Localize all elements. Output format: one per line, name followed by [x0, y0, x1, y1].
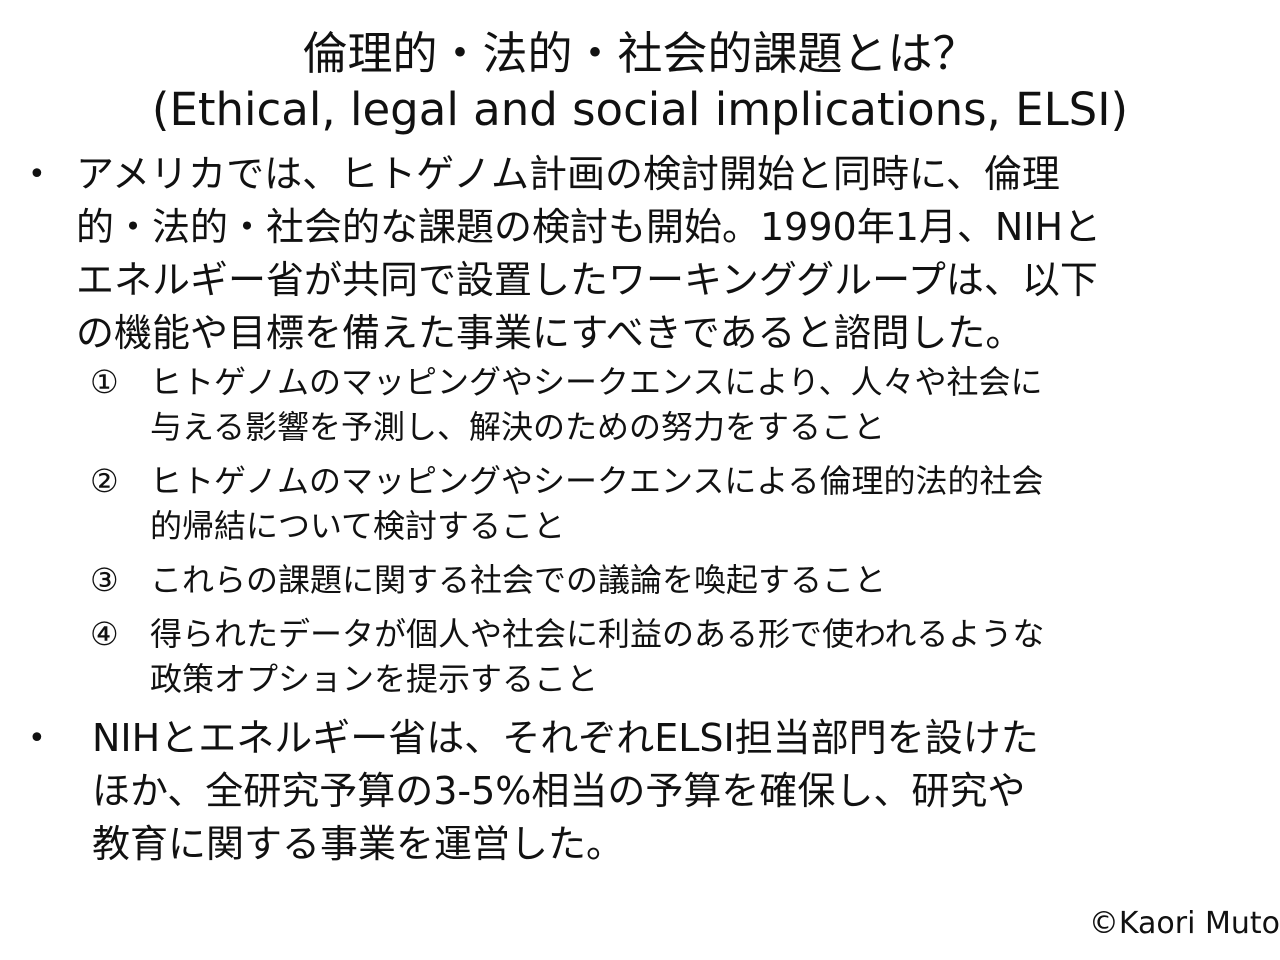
circled-number-3: ③ [90, 561, 119, 599]
title-line-english: (Ethical, legal and social implications,… [151, 83, 1129, 136]
numbered-sublist: ① ヒトゲノムのマッピングやシークエンスにより、人々や社会に 与える影響を予測し… [90, 360, 1220, 711]
bullet-1-line-3: エネルギー省が共同で設置したワーキンググループは、以下 [76, 258, 1098, 302]
slide: 倫理的・法的・社会的課題とは？ (Ethical, legal and soci… [0, 0, 1280, 960]
bullet-2-line-1: NIHとエネルギー省は、それぞれELSI担当部門を設けた [92, 716, 1039, 760]
bullet-2-line-2: ほか、全研究予算の3-5%相当の予算を確保し、研究や [92, 769, 1026, 813]
bullet-1-line-4: の機能や目標を備えた事業にすべきであると諮問した。 [76, 311, 1024, 355]
title-line-japanese: 倫理的・法的・社会的課題とは？ [302, 27, 978, 80]
bullet-item-2: • NIHとエネルギー省は、それぞれELSI担当部門を設けた ほか、全研究予算の… [28, 712, 1248, 871]
sublist-item-2-line-1: ヒトゲノムのマッピングやシークエンスによる倫理的法的社会 [150, 462, 1044, 500]
bullet-1-line-1: アメリカでは、ヒトゲノム計画の検討開始と同時に、倫理 [76, 152, 1060, 196]
sublist-item-4-text: 得られたデータが個人や社会に利益のある形で使われるような 政策オプションを提示す… [150, 612, 1220, 702]
bullet-dot-icon: • [28, 721, 46, 756]
bullet-1-line-2: 的・法的・社会的な課題の検討も開始。1990年1月、NIHと [76, 205, 1102, 249]
sublist-item-3: ③ これらの課題に関する社会での議論を喚起すること [90, 558, 1220, 603]
circled-number-4: ④ [90, 615, 119, 653]
sublist-item-1-text: ヒトゲノムのマッピングやシークエンスにより、人々や社会に 与える影響を予測し、解… [150, 360, 1220, 450]
bullet-2-line-3: 教育に関する事業を運営した。 [92, 822, 625, 866]
sublist-item-2: ② ヒトゲノムのマッピングやシークエンスによる倫理的法的社会 的帰結について検討… [90, 459, 1220, 549]
bullet-text-1: アメリカでは、ヒトゲノム計画の検討開始と同時に、倫理 的・法的・社会的な課題の検… [76, 148, 1248, 360]
sublist-item-1-line-2: 与える影響を予測し、解決のための努力をすること [150, 408, 886, 446]
bullet-text-2: NIHとエネルギー省は、それぞれELSI担当部門を設けた ほか、全研究予算の3-… [92, 712, 1248, 871]
sublist-item-3-text: これらの課題に関する社会での議論を喚起すること [150, 558, 1220, 603]
slide-title: 倫理的・法的・社会的課題とは？ (Ethical, legal and soci… [0, 26, 1280, 138]
sublist-item-1-line-1: ヒトゲノムのマッピングやシークエンスにより、人々や社会に [150, 363, 1043, 401]
sublist-item-4-line-1: 得られたデータが個人や社会に利益のある形で使われるような [150, 615, 1045, 653]
bullet-item-1: • アメリカでは、ヒトゲノム計画の検討開始と同時に、倫理 的・法的・社会的な課題… [28, 148, 1248, 360]
circled-number-2: ② [90, 462, 119, 500]
sublist-item-2-text: ヒトゲノムのマッピングやシークエンスによる倫理的法的社会 的帰結について検討する… [150, 459, 1220, 549]
sublist-item-4: ④ 得られたデータが個人や社会に利益のある形で使われるような 政策オプションを提… [90, 612, 1220, 702]
sublist-item-3-line-1: これらの課題に関する社会での議論を喚起すること [150, 561, 887, 599]
copyright-notice: ©Kaori Muto [1088, 906, 1280, 941]
sublist-item-1: ① ヒトゲノムのマッピングやシークエンスにより、人々や社会に 与える影響を予測し… [90, 360, 1220, 450]
circled-number-1: ① [90, 363, 119, 401]
sublist-item-4-line-2: 政策オプションを提示すること [150, 660, 599, 698]
sublist-item-2-line-2: 的帰結について検討すること [150, 507, 566, 545]
bullet-dot-icon: • [28, 157, 46, 192]
